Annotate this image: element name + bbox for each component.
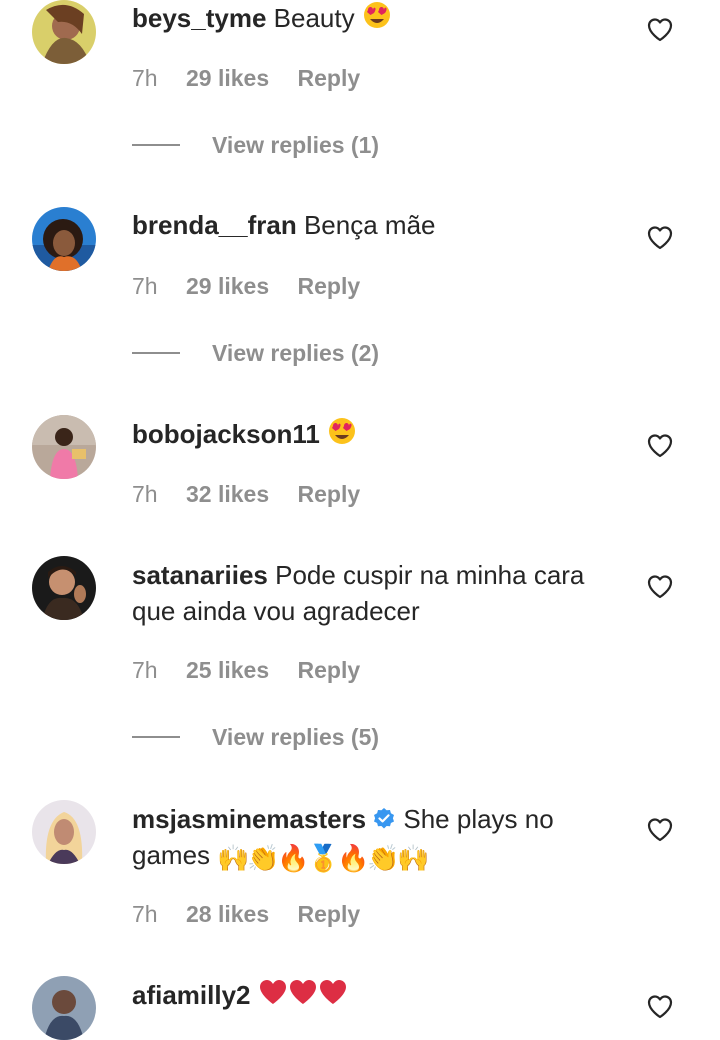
view-replies-label: View replies (1) bbox=[212, 132, 380, 158]
view-replies-label: View replies (5) bbox=[212, 724, 380, 750]
view-replies-button[interactable]: View replies (1) bbox=[132, 130, 379, 160]
first-place-medal-emoji: 🥇 bbox=[307, 843, 340, 873]
smiling-face-heart-eyes-emoji bbox=[327, 416, 357, 446]
smiling-face-heart-eyes-emoji bbox=[362, 0, 392, 30]
red-heart-emoji bbox=[258, 977, 288, 1007]
view-replies-button[interactable]: View replies (5) bbox=[132, 722, 379, 752]
raising-hands-emoji: 🙌 bbox=[217, 843, 250, 873]
comment-time: 7h bbox=[132, 657, 158, 683]
like-heart-icon[interactable] bbox=[646, 816, 674, 844]
comment-username[interactable]: msjasminemasters bbox=[132, 804, 366, 834]
comment-text: bobojackson11 bbox=[132, 416, 622, 452]
reply-button[interactable]: Reply bbox=[298, 481, 361, 507]
divider-line bbox=[132, 736, 180, 739]
comment-text: satanariies Pode cuspir na minha cara qu… bbox=[132, 557, 622, 629]
reply-button[interactable]: Reply bbox=[298, 657, 361, 683]
like-heart-icon[interactable] bbox=[646, 993, 674, 1021]
comment-text: beys_tyme Beauty bbox=[132, 0, 622, 36]
fire-emoji: 🔥 bbox=[277, 843, 310, 873]
reply-button[interactable]: Reply bbox=[298, 65, 361, 91]
avatar[interactable] bbox=[32, 0, 96, 64]
comment-body: Beauty bbox=[273, 3, 355, 33]
avatar[interactable] bbox=[32, 415, 96, 479]
comment-likes[interactable]: 29 likes bbox=[186, 273, 269, 299]
comment-text: afiamilly2 bbox=[132, 977, 622, 1013]
red-heart-emoji bbox=[288, 977, 318, 1007]
verified-badge-icon bbox=[372, 804, 396, 829]
view-replies-label: View replies (2) bbox=[212, 340, 380, 366]
like-heart-icon[interactable] bbox=[646, 573, 674, 601]
comment-username[interactable]: afiamilly2 bbox=[132, 980, 251, 1010]
comment-time: 7h bbox=[132, 273, 158, 299]
comment-likes[interactable]: 28 likes bbox=[186, 901, 269, 927]
red-heart-emoji bbox=[318, 977, 348, 1007]
comment-meta: 7h 25 likes Reply bbox=[132, 655, 360, 685]
clapping-hands-emoji: 👏 bbox=[367, 843, 400, 873]
comment-username[interactable]: beys_tyme bbox=[132, 3, 266, 33]
comment-likes[interactable]: 32 likes bbox=[186, 481, 269, 507]
reply-button[interactable]: Reply bbox=[298, 273, 361, 299]
comment-meta: 7h 28 likes Reply bbox=[132, 899, 360, 929]
comment-text: brenda__fran Bença mãe bbox=[132, 207, 622, 243]
comment-text: msjasminemasters She plays no games 🙌👏🔥🥇… bbox=[132, 801, 622, 873]
clapping-hands-emoji: 👏 bbox=[247, 843, 280, 873]
like-heart-icon[interactable] bbox=[646, 432, 674, 460]
comment-meta: 7h 29 likes Reply bbox=[132, 63, 360, 93]
comment-likes[interactable]: 25 likes bbox=[186, 657, 269, 683]
comment-body: Bença mãe bbox=[303, 210, 436, 240]
comment-time: 7h bbox=[132, 481, 158, 507]
reply-button[interactable]: Reply bbox=[298, 901, 361, 927]
divider-line bbox=[132, 144, 180, 147]
avatar[interactable] bbox=[32, 556, 96, 620]
comment-likes[interactable]: 29 likes bbox=[186, 65, 269, 91]
avatar[interactable] bbox=[32, 207, 96, 271]
avatar[interactable] bbox=[32, 800, 96, 864]
comment-meta: 7h 32 likes Reply bbox=[132, 479, 360, 509]
comment-time: 7h bbox=[132, 65, 158, 91]
comment-meta: 7h 29 likes Reply bbox=[132, 271, 360, 301]
comment-username[interactable]: satanariies bbox=[132, 560, 268, 590]
like-heart-icon[interactable] bbox=[646, 16, 674, 44]
raising-hands-emoji: 🙌 bbox=[397, 843, 430, 873]
comment-username[interactable]: brenda__fran bbox=[132, 210, 297, 240]
divider-line bbox=[132, 352, 180, 355]
comment-time: 7h bbox=[132, 901, 158, 927]
view-replies-button[interactable]: View replies (2) bbox=[132, 338, 379, 368]
fire-emoji: 🔥 bbox=[337, 843, 370, 873]
comment-username[interactable]: bobojackson11 bbox=[132, 419, 320, 449]
avatar[interactable] bbox=[32, 976, 96, 1040]
like-heart-icon[interactable] bbox=[646, 224, 674, 252]
